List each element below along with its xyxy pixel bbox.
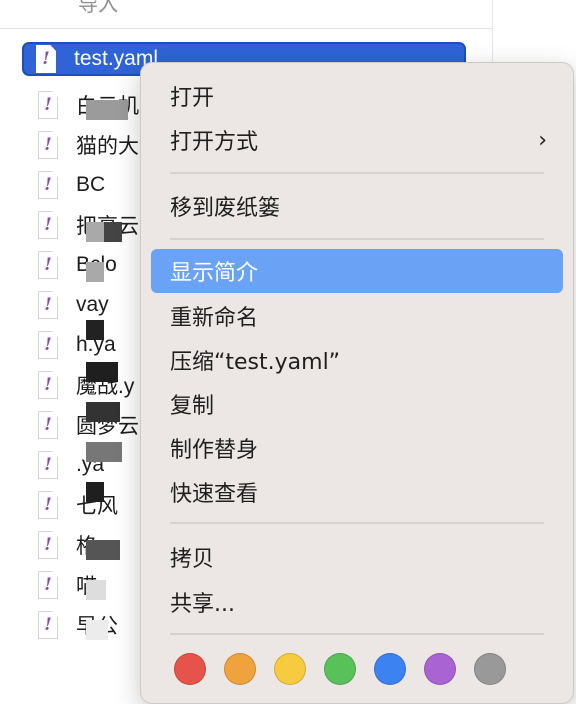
redaction-block <box>86 482 104 502</box>
yaml-file-icon: ! <box>36 531 60 559</box>
menu-item-compress[interactable]: 压缩“test.yaml” <box>151 338 563 382</box>
menu-item-share[interactable]: 共享... <box>151 580 563 624</box>
yaml-file-icon: ! <box>36 291 60 319</box>
yaml-file-icon: ! <box>36 331 60 359</box>
file-name: BC <box>76 173 106 196</box>
tag-color-dot[interactable] <box>174 653 206 685</box>
menu-item-label: 复制 <box>170 394 215 419</box>
menu-item-label: 拷贝 <box>170 547 215 572</box>
redaction-block <box>86 320 104 340</box>
chevron-right-icon: › <box>538 128 547 153</box>
yaml-file-icon: ! <box>36 451 60 479</box>
menu-separator <box>170 238 544 240</box>
file-name: 猫的大 <box>76 135 139 158</box>
yaml-file-icon: ! <box>36 171 60 199</box>
yaml-file-icon: ! <box>36 131 60 159</box>
redaction-block <box>86 402 120 422</box>
menu-item-quick-look[interactable]: 快速查看 <box>151 470 563 514</box>
menu-item-label: 打开方式 <box>170 130 259 155</box>
menu-separator <box>170 172 544 174</box>
tag-color-dot[interactable] <box>274 653 306 685</box>
file-name: vay <box>76 293 109 316</box>
redaction-block <box>86 100 128 120</box>
menu-item-label: 显示简介 <box>170 261 259 286</box>
menu-separator <box>170 522 544 524</box>
partial-row-label: 导入 <box>78 0 118 16</box>
redaction-block <box>86 580 106 600</box>
menu-item-move-to-trash[interactable]: 移到废纸篓 <box>151 184 563 228</box>
tag-color-dot[interactable] <box>424 653 456 685</box>
menu-item-label: 重新命名 <box>170 306 259 331</box>
yaml-file-icon: ! <box>36 211 60 239</box>
redaction-block <box>104 222 122 242</box>
tag-color-dot[interactable] <box>224 653 256 685</box>
menu-item-label: 移到废纸篓 <box>170 196 281 221</box>
menu-item-label: 打开 <box>170 86 215 111</box>
menu-item-duplicate[interactable]: 复制 <box>151 382 563 426</box>
divider <box>0 28 492 29</box>
yaml-file-icon: ! <box>36 491 60 519</box>
yaml-file-icon: ! <box>36 251 60 279</box>
menu-item-label: 共享... <box>170 592 235 617</box>
tag-color-dot[interactable] <box>324 653 356 685</box>
tag-color-dot[interactable] <box>374 653 406 685</box>
menu-separator <box>170 633 544 635</box>
yaml-file-icon: ! <box>36 91 60 119</box>
yaml-file-icon: ! <box>34 45 58 73</box>
tag-color-dot[interactable] <box>474 653 506 685</box>
menu-item-get-info[interactable]: 显示简介 <box>151 249 563 293</box>
menu-item-label: 快速查看 <box>170 482 259 507</box>
tag-color-row <box>174 653 506 685</box>
redaction-block <box>86 362 118 382</box>
redaction-block <box>86 620 108 640</box>
yaml-file-icon: ! <box>36 611 60 639</box>
menu-item-rename[interactable]: 重新命名 <box>151 294 563 338</box>
redaction-block <box>86 540 120 560</box>
yaml-file-icon: ! <box>36 571 60 599</box>
menu-item-label: 制作替身 <box>170 438 259 463</box>
redaction-block <box>86 442 122 462</box>
yaml-file-icon: ! <box>36 371 60 399</box>
yaml-file-icon: ! <box>36 411 60 439</box>
menu-item-copy[interactable]: 拷贝 <box>151 535 563 579</box>
context-menu: 打开 打开方式 › 移到废纸篓 显示简介 重新命名 压缩“test.yaml” 复… <box>140 62 574 704</box>
menu-item-open-with[interactable]: 打开方式 › <box>151 118 563 162</box>
redaction-block <box>86 262 104 282</box>
menu-item-make-alias[interactable]: 制作替身 <box>151 426 563 470</box>
menu-item-open[interactable]: 打开 <box>151 74 563 118</box>
menu-item-label: 压缩“test.yaml” <box>170 350 341 375</box>
